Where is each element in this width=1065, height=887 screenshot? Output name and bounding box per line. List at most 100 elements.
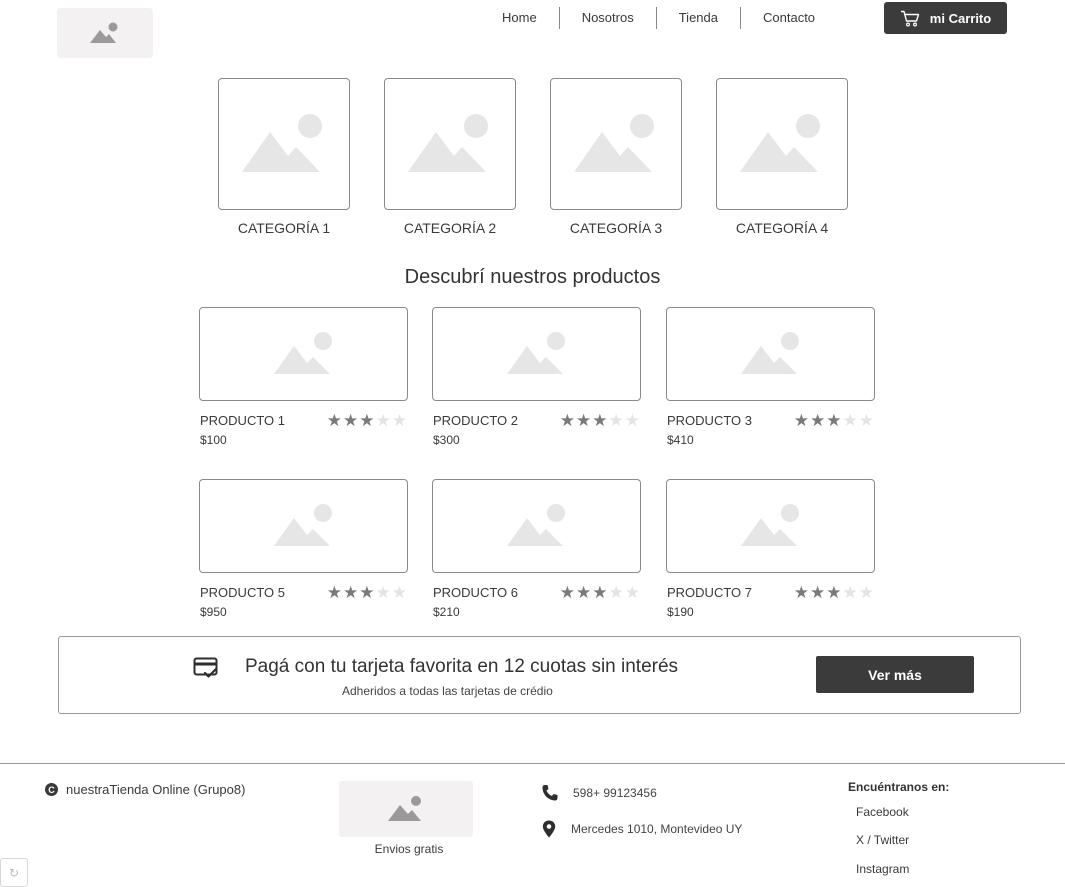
contact-address[interactable]: Mercedes 1010, Montevideo UY [541,820,742,838]
image-placeholder-icon [273,504,332,546]
image-placeholder-icon [408,114,488,172]
star-filled-icon: ★ [343,583,360,602]
star-filled-icon: ★ [592,411,609,430]
nav-tienda[interactable]: Tienda [657,7,741,29]
star-empty-icon: ★ [391,411,408,430]
image-placeholder-icon [242,114,322,172]
star-filled-icon: ★ [559,583,576,602]
social-title: Encuéntranos en: [848,780,950,794]
product-image [666,307,875,401]
star-filled-icon: ★ [326,411,343,430]
social-link-facebook[interactable]: Facebook [856,805,909,819]
cart-label: mi Carrito [929,10,992,26]
category-card[interactable]: CATEGORÍA 3 [550,78,682,236]
star-empty-icon: ★ [858,411,875,430]
credit-card-check-icon [193,657,218,678]
image-placeholder-icon [740,332,799,374]
social-link-twitter[interactable]: X / Twitter [856,833,909,847]
product-image [666,479,875,573]
location-pin-icon [542,820,556,838]
copyright-text: nuestraTienda Online (Grupo8) [66,782,246,797]
product-image [199,307,408,401]
star-empty-icon: ★ [842,583,859,602]
product-price: $210 [433,605,460,619]
category-image [218,78,350,210]
main-nav: Home Nosotros Tienda Contacto [480,0,837,36]
rating-stars: ★★★★★ [327,411,408,431]
nav-home[interactable]: Home [480,7,560,29]
category-card[interactable]: CATEGORÍA 2 [384,78,516,236]
product-card[interactable]: PRODUCTO 5 $950 ★★★★★ [199,479,408,619]
product-card[interactable]: PRODUCTO 6 $210 ★★★★★ [432,479,641,619]
category-image [716,78,848,210]
promo-subtitle: Adheridos a todas las tarjetas de crédio [342,684,553,698]
star-filled-icon: ★ [793,411,810,430]
rating-stars: ★★★★★ [560,583,641,603]
image-placeholder-icon [90,22,118,43]
star-filled-icon: ★ [592,583,609,602]
phone-icon [542,785,558,801]
star-empty-icon: ★ [608,583,625,602]
star-filled-icon: ★ [343,411,360,430]
nav-nosotros[interactable]: Nosotros [560,7,657,29]
product-card[interactable]: PRODUCTO 3 $410 ★★★★★ [666,307,875,447]
star-empty-icon: ★ [858,583,875,602]
rating-stars: ★★★★★ [794,583,875,603]
promo-banner: Pagá con tu tarjeta favorita en 12 cuota… [58,636,1021,714]
refresh-icon[interactable]: ↻ [0,858,28,887]
star-empty-icon: ★ [624,411,641,430]
star-filled-icon: ★ [826,583,843,602]
star-empty-icon: ★ [391,583,408,602]
product-price: $950 [200,605,227,619]
footer-image [339,781,473,837]
star-empty-icon: ★ [842,411,859,430]
footer-image-label: Envios gratis [374,842,444,856]
footer-copyright: C nuestraTienda Online (Grupo8) [45,782,245,797]
category-label: CATEGORÍA 3 [569,220,663,236]
copyright-icon: C [45,783,58,796]
image-placeholder-icon [574,114,654,172]
category-label: CATEGORÍA 4 [735,220,829,236]
nav-contacto[interactable]: Contacto [741,7,837,29]
product-name: PRODUCTO 5 [200,585,285,600]
star-filled-icon: ★ [326,583,343,602]
star-empty-icon: ★ [375,583,392,602]
rating-stars: ★★★★★ [794,411,875,431]
footer-divider [0,763,1065,764]
star-filled-icon: ★ [810,583,827,602]
star-filled-icon: ★ [359,583,376,602]
image-placeholder-icon [388,796,421,821]
product-image [432,479,641,573]
product-name: PRODUCTO 7 [667,585,752,600]
star-filled-icon: ★ [810,411,827,430]
contact-phone[interactable]: 598+ 99123456 [541,784,657,802]
star-filled-icon: ★ [576,583,593,602]
category-label: CATEGORÍA 1 [237,220,331,236]
cart-button[interactable]: mi Carrito [884,2,1007,34]
star-empty-icon: ★ [608,411,625,430]
category-card[interactable]: CATEGORÍA 4 [716,78,848,236]
site-logo[interactable] [57,8,153,58]
product-card[interactable]: PRODUCTO 1 $100 ★★★★★ [199,307,408,447]
star-filled-icon: ★ [359,411,376,430]
star-empty-icon: ★ [624,583,641,602]
image-placeholder-icon [273,332,332,374]
address-text: Mercedes 1010, Montevideo UY [571,822,743,836]
image-placeholder-icon [740,504,799,546]
product-price: $100 [200,433,227,447]
phone-number: 598+ 99123456 [573,786,657,800]
shopping-cart-icon [900,10,919,27]
social-link-instagram[interactable]: Instagram [856,862,909,876]
star-filled-icon: ★ [793,583,810,602]
products-section-title: Descubrí nuestros productos [404,266,661,288]
product-price: $410 [667,433,694,447]
product-card[interactable]: PRODUCTO 7 $190 ★★★★★ [666,479,875,619]
product-name: PRODUCTO 6 [433,585,518,600]
ver-mas-button[interactable]: Ver más [816,656,974,693]
category-image [550,78,682,210]
product-card[interactable]: PRODUCTO 2 $300 ★★★★★ [432,307,641,447]
product-name: PRODUCTO 3 [667,413,752,428]
rating-stars: ★★★★★ [560,411,641,431]
product-price: $190 [667,605,694,619]
category-card[interactable]: CATEGORÍA 1 [218,78,350,236]
